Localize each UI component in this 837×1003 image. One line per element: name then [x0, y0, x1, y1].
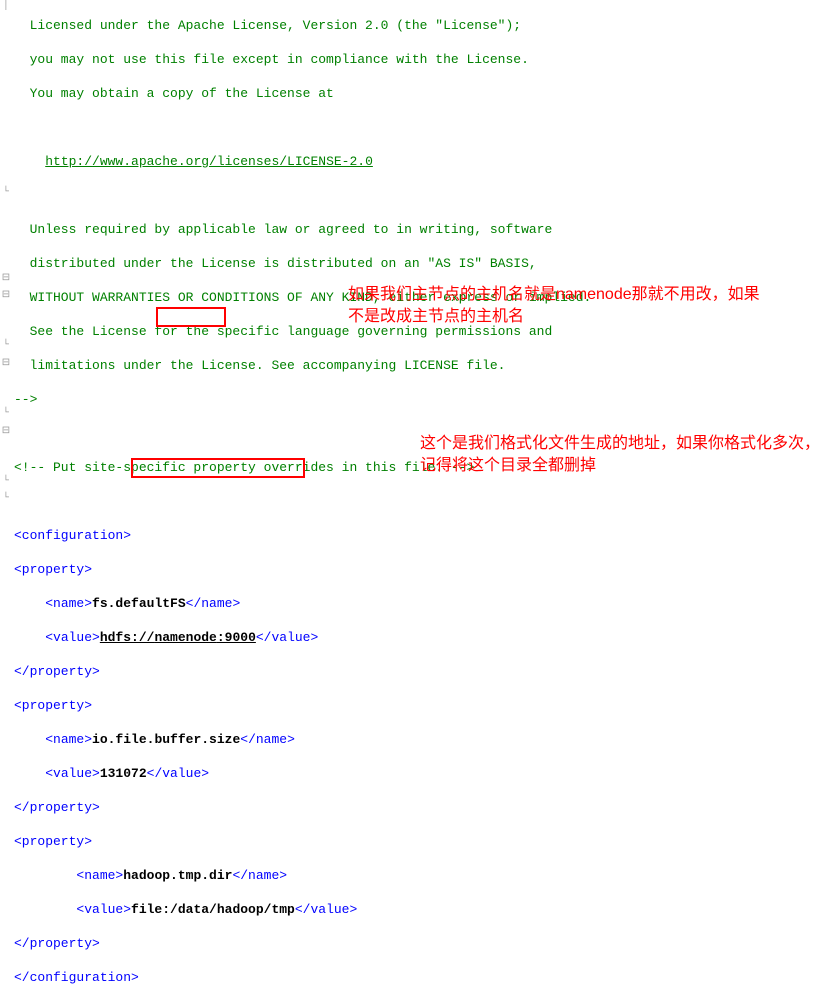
property-open: <property>	[14, 561, 837, 578]
fold-end: └	[0, 187, 12, 198]
property-open: <property>	[14, 833, 837, 850]
property-value-line: <value>hdfs://namenode:9000</value>	[14, 629, 837, 646]
comment-end: -->	[14, 391, 837, 408]
indent	[14, 154, 45, 169]
annotation-namenode: 如果我们主节点的主机名就是namenode那就不用改，如果不是改成主节点的主机名	[348, 284, 768, 328]
value-tag: <value>	[45, 630, 100, 645]
hdfs-scheme: hdfs://	[100, 630, 155, 645]
property-close: </property>	[14, 935, 837, 952]
indent	[14, 766, 45, 781]
comment-line: you may not use this file except in comp…	[14, 51, 837, 68]
property-name-line: <name>io.file.buffer.size</name>	[14, 731, 837, 748]
name-tag: </name>	[240, 732, 295, 747]
comment-line: distributed under the License is distrib…	[14, 255, 837, 272]
license-url[interactable]: http://www.apache.org/licenses/LICENSE-2…	[45, 154, 373, 169]
configuration-open: <configuration>	[14, 527, 837, 544]
fold-end: └	[0, 340, 12, 351]
comment-line	[14, 119, 837, 136]
property-name-line: <name>fs.defaultFS</name>	[14, 595, 837, 612]
value-tag: </value>	[295, 902, 357, 917]
hdfs-port: :9000	[217, 630, 256, 645]
value-text: 131072	[100, 766, 147, 781]
comment-line: limitations under the License. See accom…	[14, 357, 837, 374]
property-close: </property>	[14, 663, 837, 680]
comment-line: http://www.apache.org/licenses/LICENSE-2…	[14, 153, 837, 170]
fold-bar: │	[0, 0, 12, 11]
name-tag: <name>	[76, 868, 123, 883]
namenode-host: namenode	[154, 630, 216, 645]
comment-line: Unless required by applicable law or agr…	[14, 221, 837, 238]
indent	[14, 732, 45, 747]
fold-minus[interactable]: ⊟	[0, 272, 12, 284]
fold-minus[interactable]: ⊟	[0, 289, 12, 301]
name-value: io.file.buffer.size	[92, 732, 240, 747]
property-value-line: <value>131072</value>	[14, 765, 837, 782]
fold-minus[interactable]: ⊟	[0, 357, 12, 369]
name-tag: <name>	[45, 732, 92, 747]
comment-line: Licensed under the Apache License, Versi…	[14, 17, 837, 34]
property-value-line: <value>file:/data/hadoop/tmp</value>	[14, 901, 837, 918]
value-tag: <value>	[45, 766, 100, 781]
indent	[14, 902, 76, 917]
fold-gutter: │ └ ⊟ ⊟ └ ⊟ └ ⊟ └ └	[0, 0, 14, 537]
value-tag: <value>	[76, 902, 131, 917]
indent	[14, 868, 76, 883]
tmpdir-value: file:/data/hadoop/tmp	[131, 902, 295, 917]
fold-end: └	[0, 493, 12, 504]
indent	[14, 596, 45, 611]
value-tag: </value>	[147, 766, 209, 781]
name-tag: </name>	[186, 596, 241, 611]
code-area[interactable]: Licensed under the Apache License, Versi…	[14, 0, 837, 1003]
name-tag: <name>	[45, 596, 92, 611]
fold-end: └	[0, 408, 12, 419]
configuration-close: </configuration>	[14, 969, 837, 986]
indent	[14, 630, 45, 645]
name-tag: </name>	[232, 868, 287, 883]
property-open: <property>	[14, 697, 837, 714]
property-close: </property>	[14, 799, 837, 816]
fold-end: └	[0, 476, 12, 487]
property-name-line: <name>hadoop.tmp.dir</name>	[14, 867, 837, 884]
value-tag: </value>	[256, 630, 318, 645]
name-value: hadoop.tmp.dir	[123, 868, 232, 883]
annotation-tmpdir: 这个是我们格式化文件生成的地址，如果你格式化多次，记得将这个目录全都删掉	[420, 433, 820, 477]
name-value: fs.defaultFS	[92, 596, 186, 611]
fold-minus[interactable]: ⊟	[0, 425, 12, 437]
comment-line	[14, 187, 837, 204]
comment-line: You may obtain a copy of the License at	[14, 85, 837, 102]
blank-line	[14, 493, 837, 510]
